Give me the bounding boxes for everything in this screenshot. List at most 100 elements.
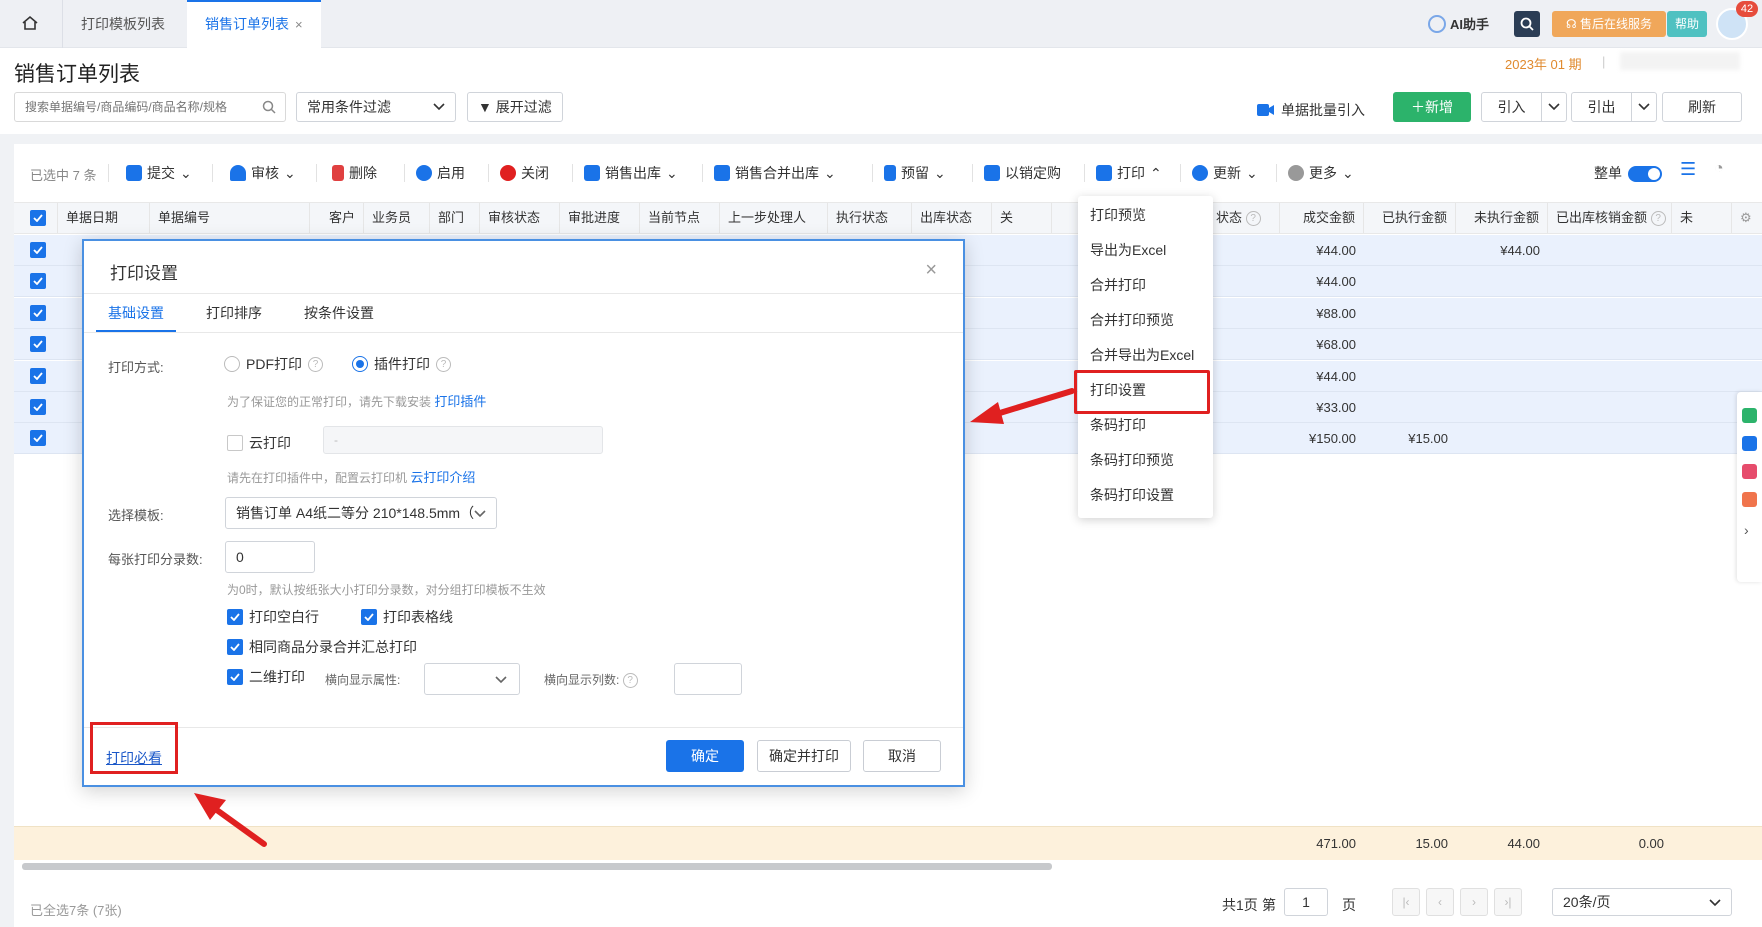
qr-print-checkbox[interactable]: 二维打印 bbox=[227, 667, 305, 687]
column-header[interactable]: 出库状态 bbox=[912, 203, 992, 233]
template-select[interactable]: 销售订单 A4纸二等分 210*148.5mm（ bbox=[225, 497, 497, 529]
prev-page-button[interactable]: ‹ bbox=[1426, 888, 1454, 916]
confirm-button[interactable]: 确定 bbox=[666, 740, 744, 772]
menu-item-barcode-settings[interactable]: 条码打印设置 bbox=[1078, 478, 1213, 513]
list-view-icon[interactable]: ☰ bbox=[1680, 159, 1696, 180]
purchase-by-sales-button[interactable]: 以销定购 bbox=[984, 163, 1061, 183]
column-settings-icon[interactable]: ◔ bbox=[1714, 160, 1724, 178]
page-number-input[interactable]: 1 bbox=[1284, 888, 1328, 916]
plugin-print-radio[interactable]: 插件打印? bbox=[352, 354, 451, 374]
gift-icon[interactable] bbox=[1742, 492, 1757, 507]
chat-icon[interactable] bbox=[1742, 436, 1757, 451]
cloud-print-checkbox[interactable]: 云打印 bbox=[227, 433, 291, 453]
submit-button[interactable]: 提交 ⌄ bbox=[126, 163, 192, 183]
horizontal-attr-select[interactable] bbox=[424, 663, 520, 695]
first-page-button[interactable]: |‹ bbox=[1392, 888, 1420, 916]
column-header[interactable]: 成交金额 bbox=[1280, 203, 1364, 233]
batch-import-button[interactable]: 单据批量引入 bbox=[1257, 100, 1365, 120]
column-header[interactable]: 已出库核销金额 ? bbox=[1548, 203, 1672, 233]
help-icon[interactable] bbox=[1742, 408, 1757, 423]
import-button[interactable]: 引入 bbox=[1481, 92, 1567, 122]
accounting-period[interactable]: 2023年 01 期 bbox=[1505, 54, 1582, 73]
row-checkbox[interactable] bbox=[30, 242, 46, 258]
merge-same-items-checkbox[interactable]: 相同商品分录合并汇总打印 bbox=[227, 637, 417, 657]
menu-item-print-preview[interactable]: 打印预览 bbox=[1078, 198, 1213, 233]
clipboard-icon[interactable] bbox=[1742, 464, 1757, 479]
next-page-button[interactable]: › bbox=[1460, 888, 1488, 916]
help-button[interactable]: 帮助 bbox=[1667, 11, 1707, 37]
new-button[interactable]: ＋新增 bbox=[1393, 92, 1471, 122]
menu-item-merge-print[interactable]: 合并打印 bbox=[1078, 268, 1213, 303]
rows-per-page-input[interactable]: 0 bbox=[225, 541, 315, 573]
menu-item-barcode-preview[interactable]: 条码打印预览 bbox=[1078, 443, 1213, 478]
sales-outbound-button[interactable]: 销售出库 ⌄ bbox=[584, 163, 678, 183]
delete-button[interactable]: 删除 bbox=[332, 163, 377, 183]
enable-button[interactable]: 启用 bbox=[416, 163, 465, 183]
close-order-button[interactable]: 关闭 bbox=[500, 163, 549, 183]
column-header[interactable]: 状态 ? bbox=[1208, 203, 1280, 233]
expand-filter-button[interactable]: ▼ 展开过滤 bbox=[467, 92, 563, 122]
search-button[interactable] bbox=[1514, 11, 1540, 37]
tab-basic-settings[interactable]: 基础设置 bbox=[96, 294, 176, 332]
column-header[interactable]: 上一步处理人 bbox=[720, 203, 828, 233]
column-header[interactable]: 执行状态 bbox=[828, 203, 912, 233]
column-header[interactable]: 单据编号 bbox=[150, 203, 310, 233]
row-checkbox[interactable] bbox=[30, 430, 46, 447]
column-header[interactable]: 审核状态 bbox=[480, 203, 560, 233]
cancel-button[interactable]: 取消 bbox=[863, 740, 941, 772]
common-filter-select[interactable]: 常用条件过滤 bbox=[296, 92, 456, 122]
column-header[interactable]: 审批进度 bbox=[560, 203, 640, 233]
audit-button[interactable]: 审核 ⌄ bbox=[230, 163, 296, 183]
chevron-down-icon[interactable] bbox=[1632, 93, 1656, 121]
pdf-print-radio[interactable]: PDF打印? bbox=[224, 354, 323, 374]
search-input[interactable] bbox=[14, 92, 286, 122]
column-header[interactable]: 客户 bbox=[310, 203, 364, 233]
reserve-button[interactable]: 预留 ⌄ bbox=[884, 163, 946, 183]
home-icon[interactable] bbox=[18, 12, 42, 34]
plugin-download-link[interactable]: 打印插件 bbox=[434, 394, 486, 409]
merged-outbound-button[interactable]: 销售合并出库 ⌄ bbox=[714, 163, 836, 183]
gear-icon[interactable]: ⚙ bbox=[1732, 203, 1762, 233]
tab-print-template-list[interactable]: 打印模板列表 bbox=[62, 0, 183, 48]
menu-item-merge-print-preview[interactable]: 合并打印预览 bbox=[1078, 303, 1213, 338]
column-header[interactable]: 未执行金额 bbox=[1456, 203, 1548, 233]
cloud-print-intro-link[interactable]: 云打印介绍 bbox=[410, 470, 475, 485]
export-button[interactable]: 引出 bbox=[1571, 92, 1657, 122]
chevron-right-icon[interactable]: › bbox=[1744, 522, 1749, 538]
column-header[interactable]: 未 bbox=[1672, 203, 1732, 233]
after-sales-service-button[interactable]: ☊ 售后在线服务 bbox=[1552, 11, 1666, 37]
row-checkbox[interactable] bbox=[30, 399, 46, 415]
import-label[interactable]: 引入 bbox=[1482, 93, 1542, 121]
close-icon[interactable]: × bbox=[925, 259, 937, 282]
row-checkbox[interactable] bbox=[30, 304, 46, 321]
column-header[interactable]: 部门 bbox=[430, 203, 480, 233]
export-label[interactable]: 引出 bbox=[1572, 93, 1632, 121]
print-blank-rows-checkbox[interactable]: 打印空白行 bbox=[227, 607, 319, 627]
last-page-button[interactable]: ›| bbox=[1494, 888, 1522, 916]
search-icon[interactable] bbox=[262, 100, 276, 114]
row-checkbox[interactable] bbox=[30, 367, 46, 384]
row-checkbox[interactable] bbox=[30, 273, 46, 290]
chevron-down-icon[interactable] bbox=[1542, 93, 1566, 121]
column-header[interactable]: 业务员 bbox=[364, 203, 430, 233]
cloud-printer-select[interactable]: - bbox=[323, 426, 603, 454]
column-header[interactable]: 已执行金额 bbox=[1364, 203, 1456, 233]
select-all-checkbox[interactable] bbox=[14, 203, 58, 233]
row-checkbox[interactable] bbox=[30, 336, 46, 353]
column-header[interactable]: 当前节点 bbox=[640, 203, 720, 233]
ai-helper-button[interactable]: AI助手 bbox=[1428, 14, 1489, 33]
update-button[interactable]: 更新 ⌄ bbox=[1192, 163, 1258, 183]
column-header[interactable]: 单据日期 bbox=[58, 203, 150, 233]
tab-conditional-settings[interactable]: 按条件设置 bbox=[304, 294, 374, 332]
menu-item-export-excel[interactable]: 导出为Excel bbox=[1078, 233, 1213, 268]
horizontal-cols-input[interactable] bbox=[674, 663, 742, 695]
page-size-select[interactable]: 20条/页 bbox=[1552, 888, 1732, 916]
close-icon[interactable]: × bbox=[295, 17, 303, 32]
horizontal-scrollbar[interactable] bbox=[22, 863, 1052, 870]
confirm-and-print-button[interactable]: 确定并打印 bbox=[757, 740, 851, 772]
tab-sales-order-list[interactable]: 销售订单列表 × bbox=[187, 0, 321, 48]
print-button[interactable]: 打印 ⌃ bbox=[1096, 163, 1162, 183]
tab-print-sort[interactable]: 打印排序 bbox=[206, 294, 262, 332]
print-grid-lines-checkbox[interactable]: 打印表格线 bbox=[361, 607, 453, 627]
refresh-button[interactable]: 刷新 bbox=[1662, 92, 1742, 122]
